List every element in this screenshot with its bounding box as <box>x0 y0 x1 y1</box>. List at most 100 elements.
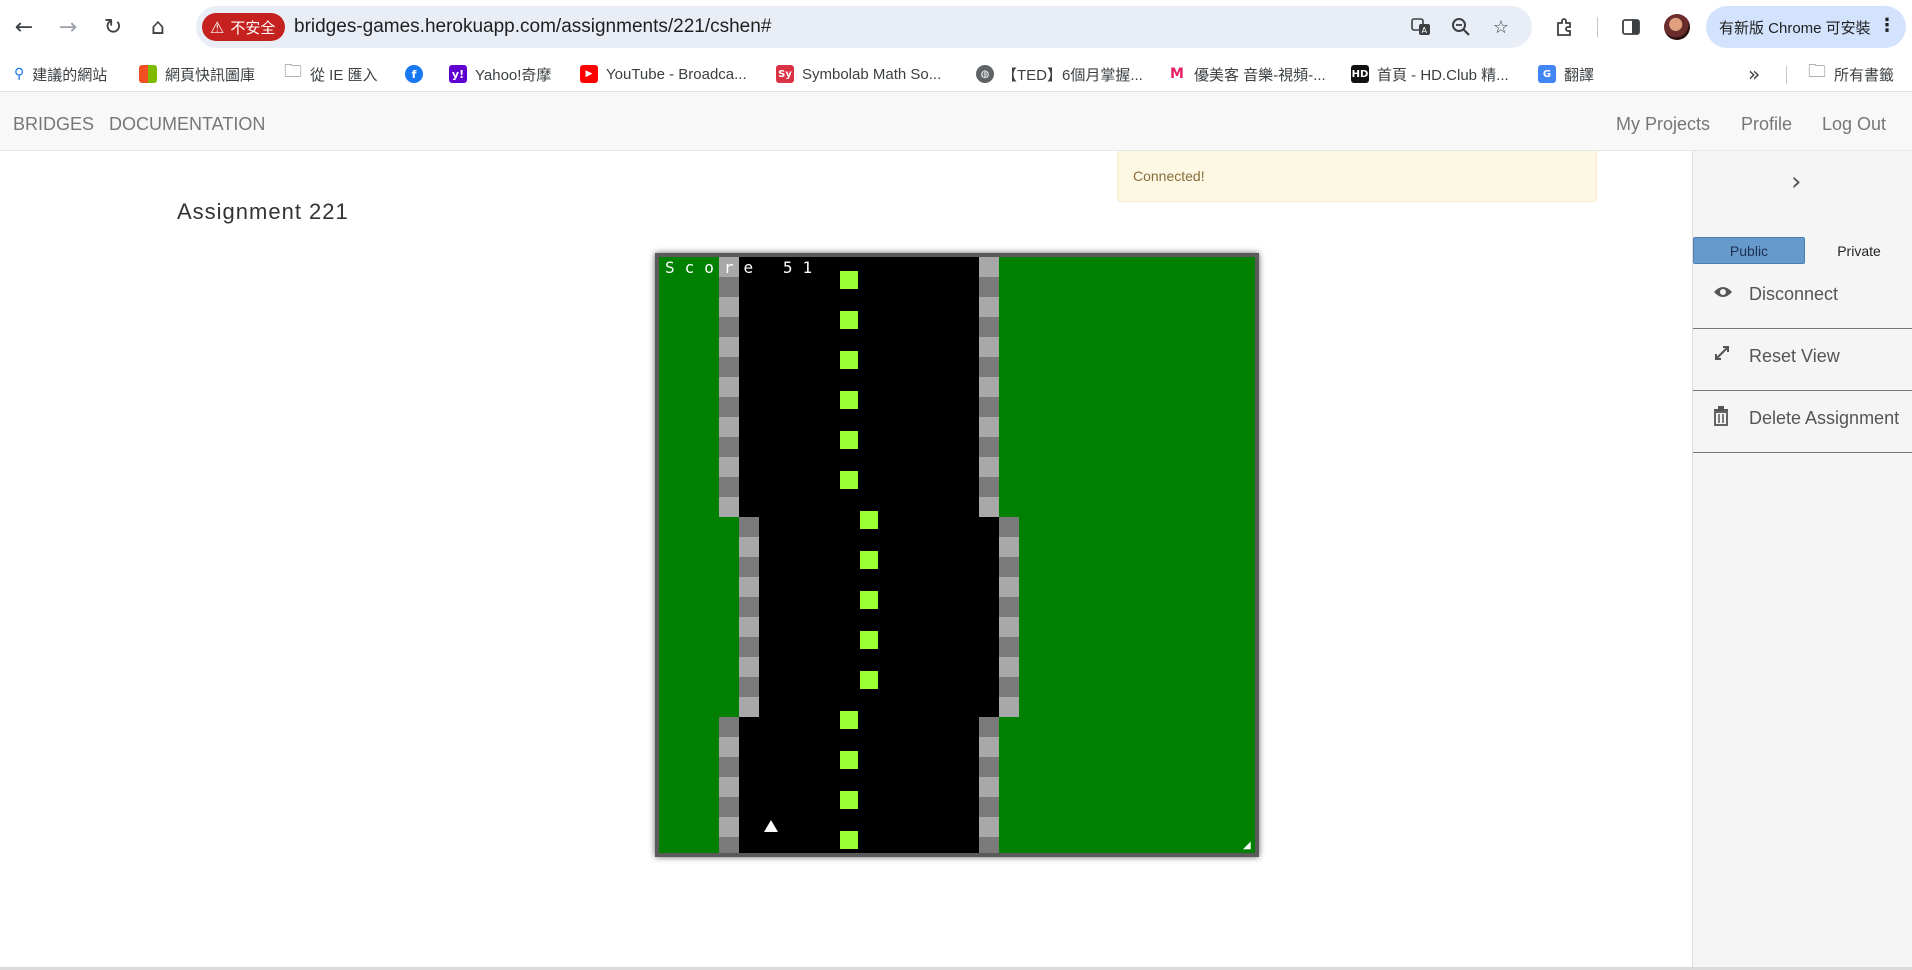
left-curb-tile <box>719 777 739 797</box>
road-tile <box>879 477 899 497</box>
road-tile <box>819 737 839 757</box>
road-tile <box>799 477 819 497</box>
translate-icon[interactable]: A <box>1408 14 1434 40</box>
home-icon[interactable]: ⌂ <box>141 10 175 44</box>
left-curb-tile <box>719 477 739 497</box>
road-tile <box>779 397 799 417</box>
reload-icon[interactable]: ↻ <box>96 10 130 44</box>
nav-profile-link[interactable]: Profile <box>1741 114 1792 135</box>
road-tile <box>939 637 959 657</box>
lane-marker <box>840 751 858 769</box>
bookmark-ted[interactable]: ◍ 【TED】6個月掌握... <box>976 64 1143 84</box>
right-curb-tile <box>979 357 999 377</box>
game-canvas[interactable]: Score 51 ◢ <box>655 253 1259 857</box>
road-tile <box>759 757 779 777</box>
public-toggle[interactable]: Public <box>1693 237 1805 264</box>
url-text[interactable]: bridges-games.herokuapp.com/assignments/… <box>294 16 771 38</box>
more-menu-icon[interactable]: ⋮ <box>1878 15 1896 36</box>
road-tile <box>819 657 839 677</box>
road-tile <box>759 797 779 817</box>
private-toggle[interactable]: Private <box>1805 237 1912 264</box>
bookmark-youtube[interactable]: ▶ YouTube - Broadca... <box>580 64 747 84</box>
road-tile <box>899 717 919 737</box>
bookmark-hdclub[interactable]: HD 首頁 - HD.Club 精... <box>1351 64 1509 84</box>
road-tile <box>859 377 879 397</box>
chrome-update-button[interactable]: 有新版 Chrome 可安裝 ⋮ <box>1706 6 1906 48</box>
yahoo-icon: y! <box>449 65 467 83</box>
bookmark-facebook[interactable]: f <box>405 64 423 84</box>
left-curb-tile <box>719 497 739 517</box>
road-tile <box>979 697 999 717</box>
reset-view-action[interactable]: Reset View <box>1693 329 1912 391</box>
road-tile <box>819 717 839 737</box>
road-tile <box>919 477 939 497</box>
road-tile <box>959 697 979 717</box>
road-tile <box>779 477 799 497</box>
road-tile <box>759 337 779 357</box>
left-curb-tile <box>719 437 739 457</box>
forward-arrow-icon[interactable]: → <box>51 10 85 44</box>
road-tile <box>859 477 879 497</box>
bookmark-symbolab[interactable]: Sy Symbolab Math So... <box>776 64 941 84</box>
road-tile <box>939 537 959 557</box>
road-tile <box>939 797 959 817</box>
nav-documentation-link[interactable]: DOCUMENTATION <box>109 114 265 135</box>
road-tile <box>759 657 779 677</box>
nav-my-projects-link[interactable]: My Projects <box>1616 114 1710 135</box>
road-tile <box>839 657 859 677</box>
bookmark-all[interactable]: 🗀 所有書籤 <box>1808 61 1894 84</box>
globe-icon: ◍ <box>976 65 994 83</box>
bookmark-translate[interactable]: G 翻譯 <box>1538 64 1594 84</box>
side-panel-icon[interactable] <box>1614 10 1648 44</box>
road-tile <box>979 577 999 597</box>
chevron-right-icon[interactable]: › <box>1791 167 1801 197</box>
road-tile <box>939 297 959 317</box>
road-tile <box>759 717 779 737</box>
road-tile <box>779 457 799 477</box>
road-tile <box>819 517 839 537</box>
zoom-out-icon[interactable] <box>1448 14 1474 40</box>
road-tile <box>859 777 879 797</box>
road-tile <box>899 497 919 517</box>
road-tile <box>939 477 959 497</box>
road-tile <box>959 737 979 757</box>
resize-handle-icon[interactable]: ◢ <box>1243 841 1253 851</box>
right-curb-tile <box>979 737 999 757</box>
delete-assignment-action[interactable]: Delete Assignment <box>1693 391 1912 453</box>
profile-avatar[interactable] <box>1664 14 1690 40</box>
game-board[interactable]: Score 51 ◢ <box>659 257 1255 853</box>
road-tile <box>779 797 799 817</box>
nav-brand-link[interactable]: BRIDGES <box>13 114 94 135</box>
address-bar[interactable]: ⚠ 不安全 bridges-games.herokuapp.com/assign… <box>196 6 1532 48</box>
road-tile <box>759 277 779 297</box>
bookmark-web-slice-gallery[interactable]: 網頁快訊圖庫 <box>139 64 255 84</box>
extensions-icon[interactable] <box>1548 10 1582 44</box>
bookmark-ie-import[interactable]: 🗀 從 IE 匯入 <box>284 61 378 84</box>
road-tile <box>819 837 839 853</box>
left-curb-tile <box>739 557 759 577</box>
road-tile <box>959 717 979 737</box>
bookmarks-bar: ⚲ 建議的網站 網頁快訊圖庫 🗀 從 IE 匯入 f y! Yahoo!奇摩 ▶… <box>0 56 1912 92</box>
bookmark-suggested-sites[interactable]: ⚲ 建議的網站 <box>14 64 107 84</box>
star-icon[interactable]: ☆ <box>1488 14 1514 40</box>
road-tile <box>939 697 959 717</box>
security-chip[interactable]: ⚠ 不安全 <box>202 13 286 41</box>
right-curb-tile <box>979 497 999 517</box>
nav-logout-link[interactable]: Log Out <box>1822 114 1886 135</box>
road-tile <box>919 717 939 737</box>
lane-marker <box>860 671 878 689</box>
disconnect-action[interactable]: Disconnect <box>1693 267 1912 329</box>
back-arrow-icon[interactable]: ← <box>7 10 41 44</box>
road-tile <box>779 657 799 677</box>
road-tile <box>859 277 879 297</box>
road-tile <box>959 497 979 517</box>
road-tile <box>799 797 819 817</box>
bookmark-umaker[interactable]: M 優美客 音樂-視頻-... <box>1168 64 1326 84</box>
road-tile <box>759 457 779 477</box>
road-tile <box>979 677 999 697</box>
bookmark-yahoo[interactable]: y! Yahoo!奇摩 <box>449 64 551 84</box>
road-tile <box>959 337 979 357</box>
chevron-double-right-icon[interactable]: » <box>1748 62 1760 86</box>
road-tile <box>739 297 759 317</box>
road-tile <box>839 617 859 637</box>
